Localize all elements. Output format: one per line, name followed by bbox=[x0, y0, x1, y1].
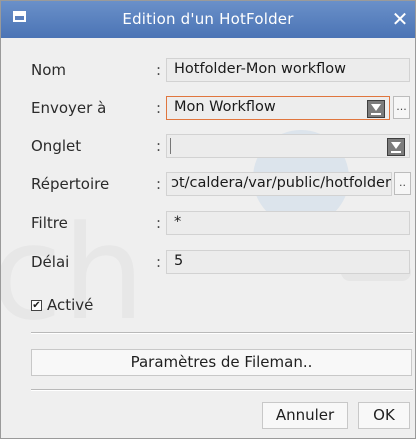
repertoire-browse-button[interactable]: .. bbox=[394, 172, 411, 195]
text-cursor-icon bbox=[170, 138, 171, 154]
separator bbox=[31, 332, 413, 334]
nom-input[interactable]: Hotfolder-Mon workflow bbox=[166, 58, 410, 82]
fileman-settings-button[interactable]: Paramètres de Fileman.. bbox=[31, 349, 412, 376]
onglet-label: Onglet bbox=[31, 137, 82, 155]
title-bar[interactable]: Edition d'un HotFolder ✕ bbox=[1, 1, 415, 38]
dialog-window: Edition d'un HotFolder ✕ ch Nom : Hotfol… bbox=[0, 0, 416, 439]
active-checkbox[interactable]: ✔ bbox=[31, 300, 42, 311]
envoyer-combobox[interactable]: Mon Workflow bbox=[166, 96, 390, 120]
active-label: Activé bbox=[47, 296, 94, 314]
colon-separator: : bbox=[156, 61, 162, 79]
close-button[interactable]: ✕ bbox=[385, 1, 415, 38]
colon-separator: : bbox=[156, 214, 162, 232]
envoyer-label: Envoyer à bbox=[31, 99, 107, 117]
colon-separator: : bbox=[156, 253, 162, 271]
window-title: Edition d'un HotFolder bbox=[122, 10, 294, 28]
repertoire-input[interactable]: ɔt/caldera/var/public/hotfolder bbox=[166, 172, 392, 196]
colon-separator: : bbox=[156, 175, 162, 193]
delai-input[interactable]: 5 bbox=[166, 250, 410, 274]
svg-text:ch: ch bbox=[1, 197, 145, 349]
cancel-button[interactable]: Annuler bbox=[262, 402, 348, 429]
repertoire-label: Répertoire bbox=[31, 175, 110, 193]
dialog-content: ch Nom : Hotfolder-Mon workflow Envoyer … bbox=[1, 38, 415, 438]
separator bbox=[31, 389, 413, 391]
envoyer-value: Mon Workflow bbox=[174, 99, 276, 115]
dropdown-arrow-icon[interactable] bbox=[367, 100, 385, 118]
colon-separator: : bbox=[156, 137, 162, 155]
ok-button[interactable]: OK bbox=[358, 402, 410, 429]
nom-label: Nom bbox=[31, 61, 67, 79]
onglet-combobox[interactable] bbox=[166, 134, 410, 158]
colon-separator: : bbox=[156, 99, 162, 117]
envoyer-browse-button[interactable]: ... bbox=[393, 96, 410, 119]
dropdown-arrow-icon[interactable] bbox=[387, 138, 405, 156]
filtre-label: Filtre bbox=[31, 214, 68, 232]
delai-label: Délai bbox=[31, 253, 70, 271]
filtre-input[interactable]: * bbox=[166, 211, 410, 235]
